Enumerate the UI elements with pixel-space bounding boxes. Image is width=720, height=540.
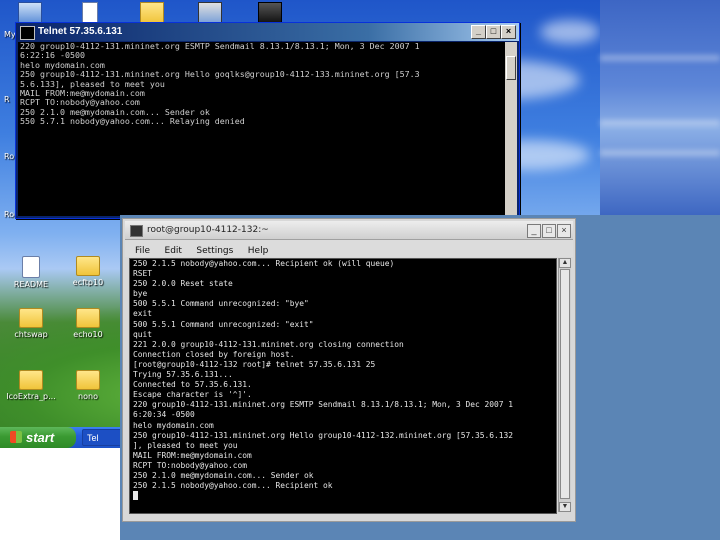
start-label: start (26, 430, 55, 445)
desktop-icon-ecftp10[interactable]: ecftp10 (58, 256, 118, 287)
console-line: 250 2.1.5 nobody@yahoo.com... Recipient … (133, 259, 395, 268)
telnet-window: Telnet 57.35.6.131 _ □ × 220 group10-411… (15, 22, 520, 219)
my-computer-icon[interactable] (18, 2, 42, 24)
console-line: MAIL FROM:me@mydomain.com (133, 450, 252, 460)
terminal-scrollbar[interactable]: ▲ ▼ (558, 258, 571, 512)
taskbar-item-telnet[interactable]: Tel (82, 429, 122, 446)
telnet-scrollbar[interactable] (505, 42, 517, 216)
edge-label: R (4, 95, 10, 104)
minimize-button[interactable]: _ (527, 224, 541, 238)
console-line: 221 2.0.0 group10-4112-131.mininet.org c… (133, 339, 404, 349)
console-icon (20, 26, 35, 40)
console-line: ], pleased to meet you (133, 440, 238, 450)
telnet-title-bar[interactable]: Telnet 57.35.6.131 _ □ × (16, 23, 519, 41)
scrollbar-thumb[interactable] (506, 56, 516, 80)
windows-logo-icon (10, 431, 22, 443)
folder-icon[interactable] (140, 2, 164, 24)
desktop-icon-label: echo10 (73, 330, 103, 339)
console-line: Connected to 57.35.6.131. (133, 380, 252, 390)
desktop-icon-label: nono (78, 392, 98, 401)
desktop-backdrop (600, 0, 720, 215)
text-cursor (133, 491, 138, 501)
terminal-screen[interactable]: 250 2.1.5 nobody@yahoo.com... Recipient … (129, 258, 557, 514)
desktop-icon-label: README (13, 280, 49, 289)
console-line: 550 5.7.1 nobody@yahoo.com... Relaying d… (20, 116, 245, 127)
program-icon[interactable] (258, 2, 282, 24)
folder-icon (76, 370, 100, 390)
console-line: 220 group10-4112-131.mininet.org ESMTP S… (133, 400, 514, 410)
document-icon (22, 256, 40, 278)
scroll-up-arrow-icon[interactable]: ▲ (559, 258, 571, 268)
console-line: Trying 57.35.6.131... (133, 370, 233, 380)
console-line: RCPT TO:nobody@yahoo.com (133, 460, 248, 470)
console-line: helo mydomain.com (133, 420, 214, 430)
console-line: bye (133, 289, 148, 299)
document-icon[interactable] (82, 2, 98, 24)
terminal-title-bar[interactable]: root@group10-4112-132:~ _ □ × (125, 221, 573, 240)
folder-icon (76, 308, 100, 328)
desktop-icon-label: chtswap (14, 330, 48, 339)
desktop-icon-label: IcoExtra_p... (6, 392, 56, 401)
minimize-button[interactable]: _ (471, 25, 486, 39)
console-line: 250 2.1.0 me@mydomain.com... Sender ok (133, 470, 314, 480)
desktop-icon-icoextra[interactable]: IcoExtra_p... (1, 370, 61, 401)
terminal-cursor-line (130, 491, 556, 502)
console-line: 6:20:34 -0500 (133, 410, 195, 420)
telnet-console[interactable]: 220 group10-4112-131.mininet.org ESMTP S… (18, 42, 505, 216)
desktop-icon-nono[interactable]: nono (58, 370, 118, 401)
desktop-icon-label: ecftp10 (72, 278, 104, 287)
console-line: [root@group10-4112-132 root]# telnet 57.… (133, 359, 376, 369)
folder-icon (19, 370, 43, 390)
console-line: 250 group10-4112-131.mininet.org Hello g… (133, 430, 514, 440)
console-line: 500 5.5.1 Command unrecognized: "exit" (133, 319, 314, 329)
console-line: RSET (133, 269, 153, 279)
console-line: exit (133, 309, 153, 319)
scroll-down-arrow-icon[interactable]: ▼ (559, 502, 571, 512)
console-line: 250 2.0.0 Reset state (133, 279, 233, 289)
console-line: 250 2.1.5 nobody@yahoo.com... Recipient … (133, 481, 333, 491)
close-button[interactable]: × (557, 224, 571, 238)
desktop-icon-echo10[interactable]: echo10 (58, 308, 118, 339)
network-icon[interactable] (198, 2, 222, 24)
linux-terminal-window: root@group10-4112-132:~ _ □ × File Edit … (122, 218, 576, 522)
edge-label: My (4, 30, 16, 39)
console-line: quit (133, 329, 153, 339)
console-line: 500 5.5.1 Command unrecognized: "bye" (133, 299, 309, 309)
terminal-menubar: File Edit Settings Help (125, 240, 573, 257)
desktop-icon-chtswap[interactable]: chtswap (1, 308, 61, 339)
console-line: 220 group10-4112-131.mininet.org ESMTP S… (20, 42, 420, 51)
console-line: Connection closed by foreign host. (133, 349, 295, 359)
console-line: Escape character is '^]'. (133, 390, 252, 400)
terminal-title: root@group10-4112-132:~ (147, 225, 269, 235)
close-button[interactable]: × (501, 25, 516, 39)
edge-label: Ro (4, 152, 15, 161)
scrollbar-thumb[interactable] (560, 269, 570, 499)
telnet-title: Telnet 57.35.6.131 (38, 26, 123, 37)
folder-icon (19, 308, 43, 328)
desktop-icon-readme[interactable]: README (1, 256, 61, 289)
folder-icon (76, 256, 100, 276)
start-button[interactable]: start (0, 427, 76, 448)
maximize-button[interactable]: □ (542, 224, 556, 238)
terminal-icon (130, 225, 143, 237)
maximize-button[interactable]: □ (486, 25, 501, 39)
